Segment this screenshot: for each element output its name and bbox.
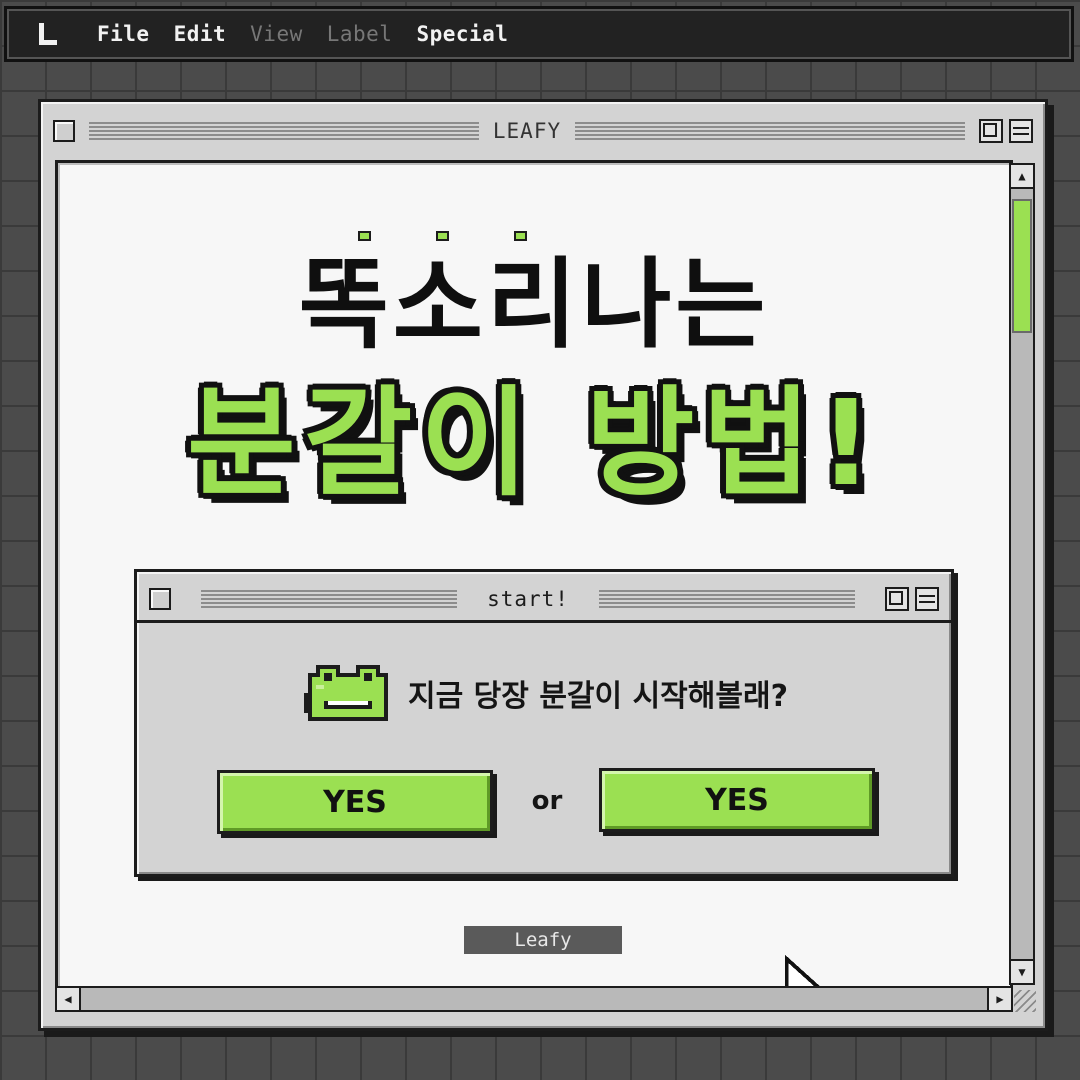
zoom-box-icon[interactable]: [979, 119, 1003, 143]
close-box-icon[interactable]: [149, 588, 171, 610]
menu-view: View: [250, 22, 303, 46]
headline-line1: 똑소리나는: [298, 248, 770, 362]
collapse-box-icon[interactable]: [1009, 119, 1033, 143]
titlebar-stripes: [575, 122, 965, 140]
scroll-right-icon[interactable]: ▶: [987, 988, 1011, 1010]
window-content: 똑소리나는 분갈이 방법! start! 지금 당장 분갈이 시작해볼래? YE…: [55, 160, 1013, 990]
dialog-divider: [137, 620, 951, 623]
yes-button-right[interactable]: YES: [599, 768, 875, 832]
scrollbar-thumb[interactable]: [1012, 199, 1032, 333]
dialog-title: start!: [487, 587, 569, 611]
start-dialog: start! 지금 당장 분갈이 시작해볼래? YES or YES: [134, 569, 954, 877]
menu-bar: File Edit View Label Special: [4, 6, 1074, 62]
menu-file[interactable]: File: [97, 22, 150, 46]
window-titlebar[interactable]: LEAFY: [53, 114, 1033, 148]
decorative-dots: [358, 231, 538, 245]
horizontal-scrollbar[interactable]: ◀ ▶: [55, 986, 1013, 1012]
leafy-logo-icon[interactable]: [37, 23, 57, 45]
headline-line2: 분갈이 방법!: [187, 374, 881, 512]
main-window: LEAFY 똑소리나는 분갈이 방법! start! 지금 당장 분갈이 시작해…: [38, 99, 1048, 1031]
menu-special[interactable]: Special: [416, 22, 508, 46]
frog-icon: [304, 665, 389, 721]
menu-edit[interactable]: Edit: [174, 22, 227, 46]
dot-icon: [436, 231, 449, 241]
close-box-icon[interactable]: [53, 120, 75, 142]
yes-button-left[interactable]: YES: [217, 770, 493, 834]
window-title: LEAFY: [492, 119, 562, 143]
zoom-box-icon[interactable]: [885, 587, 910, 611]
scroll-down-icon[interactable]: ▼: [1011, 959, 1033, 983]
collapse-box-icon[interactable]: [915, 587, 940, 611]
menu-label: Label: [326, 22, 393, 46]
question-text: 지금 당장 분갈이 시작해볼래?: [408, 679, 788, 714]
mouse-pointer-icon: [784, 955, 821, 987]
titlebar-stripes: [598, 590, 856, 608]
dot-icon: [514, 231, 527, 241]
or-label: or: [531, 786, 563, 816]
titlebar-stripes: [89, 122, 479, 140]
dialog-titlebar[interactable]: start!: [149, 582, 940, 616]
dialog-question: 지금 당장 분갈이 시작해볼래?: [137, 658, 951, 728]
scroll-left-icon[interactable]: ◀: [57, 988, 81, 1010]
dot-icon: [358, 231, 371, 241]
scroll-up-icon[interactable]: ▲: [1011, 165, 1033, 189]
titlebar-stripes: [201, 590, 458, 608]
resize-grip-icon[interactable]: [1014, 990, 1036, 1012]
footer-label: Leafy: [464, 926, 622, 954]
vertical-scrollbar[interactable]: ▲ ▼: [1009, 163, 1035, 985]
